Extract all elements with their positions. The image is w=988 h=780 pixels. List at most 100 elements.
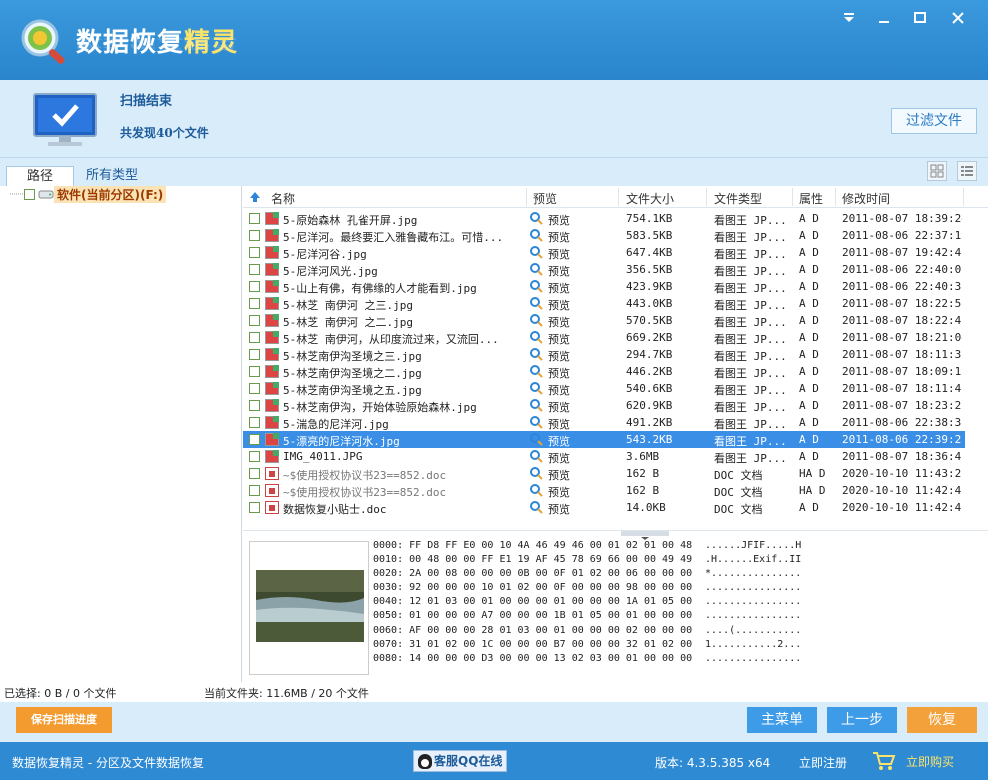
- file-checkbox[interactable]: [249, 281, 260, 292]
- preview-magnifier-icon[interactable]: [529, 415, 543, 429]
- qq-support-button[interactable]: 客服QQ在线: [413, 750, 507, 772]
- preview-link[interactable]: 预览: [548, 382, 608, 398]
- thumbnail-view-icon[interactable]: [927, 161, 947, 181]
- file-checkbox[interactable]: [249, 502, 260, 513]
- file-row[interactable]: 5-尼洋河风光.jpg 预览 356.5KB 看图王 JP... A D 2011-08-…: [243, 261, 965, 278]
- preview-magnifier-icon[interactable]: [529, 262, 543, 276]
- file-row[interactable]: 5-林芝南伊沟圣境之二.jpg 预览 446.2KB 看图王 JP... A D 2011…: [243, 363, 965, 380]
- file-row[interactable]: 5-林芝 南伊河 之三.jpg 预览 443.0KB 看图王 JP... A D 2011…: [243, 295, 965, 312]
- file-checkbox[interactable]: [249, 485, 260, 496]
- preview-magnifier-icon[interactable]: [529, 245, 543, 259]
- preview-magnifier-icon[interactable]: [529, 296, 543, 310]
- register-link[interactable]: 立即注册: [799, 754, 847, 771]
- preview-link[interactable]: 预览: [548, 280, 608, 296]
- file-checkbox[interactable]: [249, 468, 260, 479]
- file-row[interactable]: 5-林芝南伊沟圣境之五.jpg 预览 540.6KB 看图王 JP... A D 2011…: [243, 380, 965, 397]
- column-divider[interactable]: [526, 188, 527, 206]
- recover-button[interactable]: 恢复: [907, 707, 977, 733]
- file-row[interactable]: ~$使用授权协议书23==852.doc 预览 162 B DOC 文档 HA D 202…: [243, 465, 965, 482]
- preview-link[interactable]: 预览: [548, 501, 608, 517]
- file-checkbox[interactable]: [249, 383, 260, 394]
- file-checkbox[interactable]: [249, 247, 260, 258]
- file-checkbox[interactable]: [249, 451, 260, 462]
- file-checkbox[interactable]: [249, 332, 260, 343]
- preview-link[interactable]: 预览: [548, 416, 608, 432]
- file-row[interactable]: ~$使用授权协议书23==852.doc 预览 162 B DOC 文档 HA D 202…: [243, 482, 965, 499]
- preview-link[interactable]: 预览: [548, 450, 608, 466]
- file-row[interactable]: 5-漂亮的尼洋河水.jpg 预览 543.2KB 看图王 JP... A D 2011-0…: [243, 431, 965, 448]
- preview-magnifier-icon[interactable]: [529, 279, 543, 293]
- column-size[interactable]: 文件大小: [626, 190, 674, 207]
- column-divider[interactable]: [835, 188, 836, 206]
- preview-link[interactable]: 预览: [548, 246, 608, 262]
- buy-now-link[interactable]: 立即购买: [906, 753, 954, 770]
- preview-link[interactable]: 预览: [548, 484, 608, 500]
- preview-link[interactable]: 预览: [548, 365, 608, 381]
- preview-magnifier-icon[interactable]: [529, 432, 543, 446]
- preview-link[interactable]: 预览: [548, 348, 608, 364]
- file-checkbox[interactable]: [249, 298, 260, 309]
- tab-path[interactable]: 路径: [6, 166, 74, 186]
- column-type[interactable]: 文件类型: [714, 190, 762, 207]
- preview-link[interactable]: 预览: [548, 433, 608, 449]
- file-checkbox[interactable]: [249, 434, 260, 445]
- column-preview[interactable]: 预览: [533, 190, 557, 207]
- preview-magnifier-icon[interactable]: [529, 398, 543, 412]
- tree-checkbox[interactable]: [24, 188, 35, 200]
- main-menu-button[interactable]: 主菜单: [747, 707, 817, 733]
- file-row[interactable]: 5-林芝 南伊河，从印度流过来，又流回... 预览 669.2KB 看图王 JP...…: [243, 329, 965, 346]
- file-checkbox[interactable]: [249, 213, 260, 224]
- minimize-icon[interactable]: [872, 10, 896, 32]
- preview-magnifier-icon[interactable]: [529, 364, 543, 378]
- preview-link[interactable]: 预览: [548, 399, 608, 415]
- maximize-icon[interactable]: [908, 10, 932, 32]
- previous-step-button[interactable]: 上一步: [827, 707, 897, 733]
- preview-link[interactable]: 预览: [548, 263, 608, 279]
- file-row[interactable]: 5-山上有佛，有佛缘的人才能看到.jpg 预览 423.9KB 看图王 JP... A …: [243, 278, 965, 295]
- file-row[interactable]: 5-林芝南伊沟圣境之三.jpg 预览 294.7KB 看图王 JP... A D 2011…: [243, 346, 965, 363]
- column-modified[interactable]: 修改时间: [842, 190, 890, 207]
- preview-link[interactable]: 预览: [548, 297, 608, 313]
- file-row[interactable]: IMG_4011.JPG 预览 3.6MB 看图王 JP... A D 2011-08-0…: [243, 448, 965, 465]
- file-row[interactable]: 5-湍急的尼洋河.jpg 预览 491.2KB 看图王 JP... A D 2011-08…: [243, 414, 965, 431]
- preview-link[interactable]: 预览: [548, 314, 608, 330]
- column-divider[interactable]: [618, 188, 619, 206]
- file-checkbox[interactable]: [249, 417, 260, 428]
- file-checkbox[interactable]: [249, 315, 260, 326]
- column-divider[interactable]: [706, 188, 707, 206]
- column-divider[interactable]: [792, 188, 793, 206]
- preview-link[interactable]: 预览: [548, 467, 608, 483]
- column-name[interactable]: 名称: [271, 190, 295, 207]
- column-divider[interactable]: [963, 188, 964, 206]
- filter-files-button[interactable]: 过滤文件: [891, 108, 977, 134]
- file-row[interactable]: 5-尼洋河谷.jpg 预览 647.4KB 看图王 JP... A D 2011-08-0…: [243, 244, 965, 261]
- preview-magnifier-icon[interactable]: [529, 381, 543, 395]
- save-scan-progress-button[interactable]: 保存扫描进度: [16, 707, 112, 733]
- file-checkbox[interactable]: [249, 349, 260, 360]
- file-checkbox[interactable]: [249, 366, 260, 377]
- sort-up-icon[interactable]: [249, 191, 261, 203]
- preview-magnifier-icon[interactable]: [529, 211, 543, 225]
- file-row[interactable]: 5-林芝 南伊河 之二.jpg 预览 570.5KB 看图王 JP... A D 2011…: [243, 312, 965, 329]
- preview-link[interactable]: 预览: [548, 331, 608, 347]
- preview-magnifier-icon[interactable]: [529, 449, 543, 463]
- file-checkbox[interactable]: [249, 400, 260, 411]
- preview-magnifier-icon[interactable]: [529, 347, 543, 361]
- tab-all-types[interactable]: 所有类型: [82, 166, 142, 186]
- file-row[interactable]: 5-林芝南伊沟，开始体验原始森林.jpg 预览 620.9KB 看图王 JP... A …: [243, 397, 965, 414]
- preview-magnifier-icon[interactable]: [529, 500, 543, 514]
- preview-link[interactable]: 预览: [548, 229, 608, 245]
- close-icon[interactable]: [946, 10, 970, 32]
- preview-magnifier-icon[interactable]: [529, 483, 543, 497]
- file-row[interactable]: 5-原始森林 孔雀开屏.jpg 预览 754.1KB 看图王 JP... A D 2011…: [243, 210, 965, 227]
- preview-magnifier-icon[interactable]: [529, 330, 543, 344]
- preview-magnifier-icon[interactable]: [529, 228, 543, 242]
- preview-magnifier-icon[interactable]: [529, 313, 543, 327]
- menu-icon[interactable]: [837, 10, 861, 32]
- splitter-handle[interactable]: [621, 531, 669, 540]
- list-view-icon[interactable]: [957, 161, 977, 181]
- column-attributes[interactable]: 属性: [799, 190, 823, 207]
- file-row[interactable]: 数据恢复小贴士.doc 预览 14.0KB DOC 文档 A D 2020-10-10 1…: [243, 499, 965, 516]
- cart-icon[interactable]: [872, 750, 896, 772]
- file-checkbox[interactable]: [249, 230, 260, 241]
